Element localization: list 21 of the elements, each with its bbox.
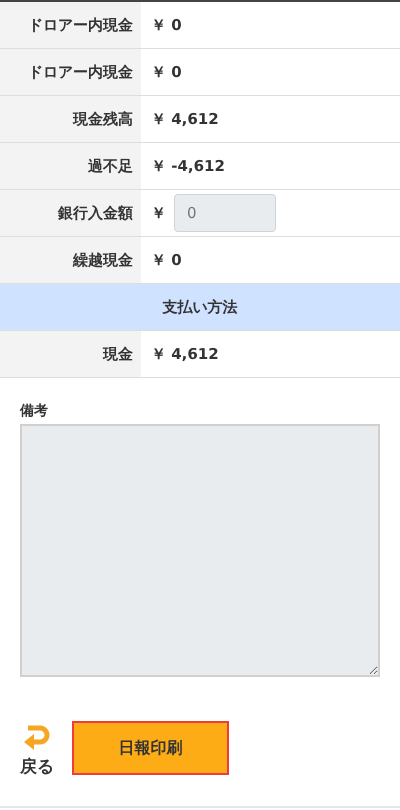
row-label: 繰越現金	[0, 237, 141, 283]
row-label: 現金残高	[0, 96, 141, 142]
amount-value: ￥ 4,612	[151, 344, 219, 364]
section-header: 支払い方法	[0, 284, 400, 331]
row-label: ドロアー内現金	[0, 49, 141, 95]
row-label: 現金	[0, 331, 141, 377]
notes-label: 備考	[20, 402, 49, 420]
currency-sign: ￥	[151, 204, 166, 222]
return-arrow-icon	[22, 725, 52, 753]
amount-value: ￥ -4,612	[151, 156, 225, 176]
notes-field[interactable]	[20, 424, 380, 677]
print-report-button[interactable]: 日報印刷	[72, 721, 229, 775]
amount-value: ￥ 4,612	[151, 110, 219, 128]
row-label: 銀行入金額	[0, 190, 141, 236]
back-button[interactable]: 戻る	[20, 721, 54, 778]
amount-value: ￥ 0	[151, 250, 182, 270]
row-label: ドロアー内現金	[0, 2, 141, 48]
row-label: 過不足	[0, 143, 141, 189]
amount-value: ￥ 0	[151, 16, 182, 34]
amount-input-field[interactable]: 0	[174, 194, 276, 232]
amount-value: ￥ 0	[151, 62, 182, 82]
